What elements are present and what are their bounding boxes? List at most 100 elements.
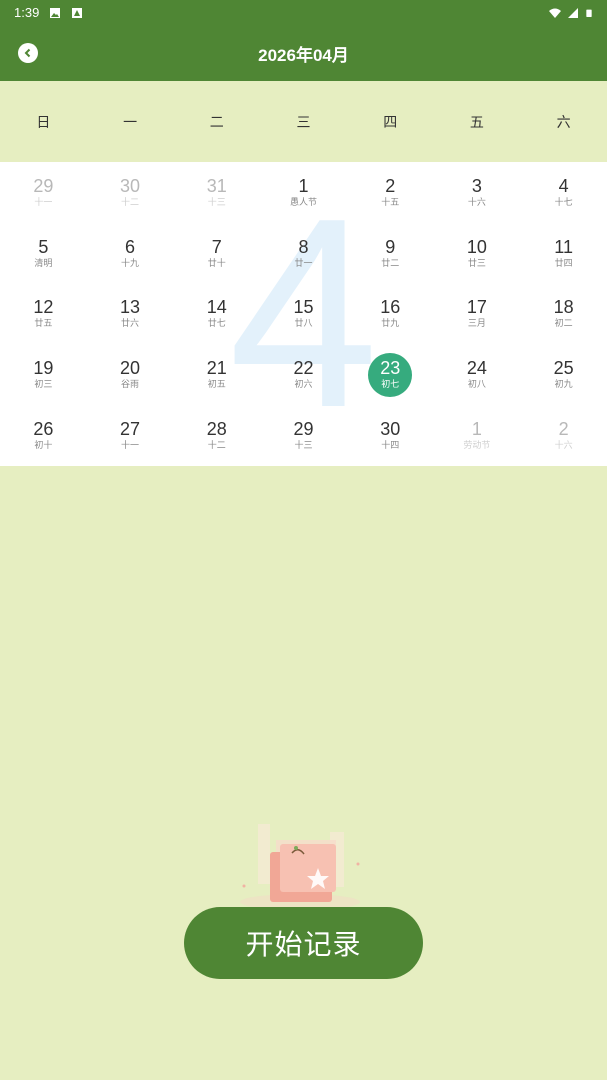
day-number: 21 <box>206 358 227 379</box>
status-bar: 1:39 <box>0 0 607 25</box>
day-lunar-label: 初八 <box>467 380 486 391</box>
day-lunar-label: 十三 <box>207 197 226 208</box>
day-cell[interactable]: 6 十九 <box>87 223 174 284</box>
day-lunar-label: 十七 <box>554 197 573 208</box>
day-cell[interactable]: 18 初二 <box>520 284 607 345</box>
day-lunar-label: 谷雨 <box>121 380 140 391</box>
weekday-label: 日 <box>36 114 51 131</box>
day-number: 5 <box>38 236 49 257</box>
day-cell[interactable]: 1 劳动节 <box>434 405 521 466</box>
day-lunar-label: 初十 <box>34 441 53 452</box>
day-cell[interactable]: 2 十六 <box>520 405 607 466</box>
day-lunar-label: 十二 <box>121 197 140 208</box>
day-lunar-label: 十三 <box>294 441 313 452</box>
day-cell[interactable]: 24 初八 <box>434 344 521 405</box>
back-button[interactable] <box>18 43 38 63</box>
day-lunar-label: 十六 <box>554 441 573 452</box>
day-cell[interactable]: 12 廿五 <box>0 284 87 345</box>
day-number: 17 <box>466 297 487 318</box>
day-lunar-label: 廿八 <box>294 319 313 330</box>
day-cell[interactable]: 20 谷雨 <box>87 344 174 405</box>
weekday-header: 日 一 二 三 四 五 六 <box>0 81 607 162</box>
day-cell[interactable]: 19 初三 <box>0 344 87 405</box>
day-cell[interactable]: 28 十二 <box>173 405 260 466</box>
day-number: 15 <box>293 297 314 318</box>
day-cell[interactable]: 31 十三 <box>173 162 260 223</box>
day-cell[interactable]: 1 愚人节 <box>260 162 347 223</box>
day-lunar-label: 初五 <box>207 380 226 391</box>
day-cell[interactable]: 30 十二 <box>87 162 174 223</box>
image-icon <box>50 7 61 18</box>
app-bar: 2026年04月 <box>0 25 607 81</box>
day-number: 12 <box>33 297 54 318</box>
day-number: 30 <box>120 175 141 196</box>
weekday-label: 二 <box>209 114 224 131</box>
day-cell[interactable]: 11 廿四 <box>520 223 607 284</box>
day-cell[interactable]: 17 三月 <box>434 284 521 345</box>
day-cell[interactable]: 25 初九 <box>520 344 607 405</box>
day-cell[interactable]: 9 廿二 <box>347 223 434 284</box>
day-cell[interactable]: 8 廿一 <box>260 223 347 284</box>
start-record-button[interactable]: 开始记录 <box>184 907 423 979</box>
weekday-label: 六 <box>556 114 571 131</box>
calendar-grid: 4 29 十一 30 十二 31 十三 1 愚人节 2 十五 3 十六 4 十七 5 清明 6 十九 7 廿十 8 廿一 9… <box>0 162 607 466</box>
day-lunar-label: 廿二 <box>381 258 400 269</box>
day-number: 29 <box>293 419 314 440</box>
day-cell[interactable]: 14 廿七 <box>173 284 260 345</box>
battery-icon <box>586 9 592 17</box>
day-cell[interactable]: 2 十五 <box>347 162 434 223</box>
day-lunar-label: 廿一 <box>294 258 313 269</box>
day-cell[interactable]: 22 初六 <box>260 344 347 405</box>
day-lunar-label: 十一 <box>121 441 140 452</box>
day-cell[interactable]: 29 十一 <box>0 162 87 223</box>
day-cell[interactable]: 10 廿三 <box>434 223 521 284</box>
day-lunar-label: 十一 <box>34 197 53 208</box>
day-cell[interactable]: 16 廿九 <box>347 284 434 345</box>
weekday-label: 三 <box>296 114 311 131</box>
day-number: 24 <box>466 358 487 379</box>
day-lunar-label: 廿九 <box>381 319 400 330</box>
day-cell[interactable]: 27 十一 <box>87 405 174 466</box>
day-lunar-label: 初七 <box>381 380 400 391</box>
day-number: 25 <box>553 358 574 379</box>
day-number: 8 <box>298 236 309 257</box>
gift-box-icon <box>240 824 360 910</box>
day-cell[interactable]: 7 廿十 <box>173 223 260 284</box>
day-number: 23 <box>380 358 401 379</box>
signal-icon <box>568 7 578 18</box>
wifi-icon <box>549 8 561 18</box>
day-lunar-label: 清明 <box>34 258 53 269</box>
day-lunar-label: 劳动节 <box>463 441 491 452</box>
day-lunar-label: 廿六 <box>121 319 140 330</box>
day-lunar-label: 初二 <box>554 319 573 330</box>
day-number: 20 <box>120 358 141 379</box>
day-number: 22 <box>293 358 314 379</box>
day-cell[interactable]: 3 十六 <box>434 162 521 223</box>
day-cell[interactable]: 13 廿六 <box>87 284 174 345</box>
day-cell[interactable]: 5 清明 <box>0 223 87 284</box>
day-cell[interactable]: 15 廿八 <box>260 284 347 345</box>
day-lunar-label: 初六 <box>294 380 313 391</box>
page-title: 2026年04月 <box>258 45 349 65</box>
day-cell-selected[interactable]: 23 初七 <box>347 344 434 405</box>
day-lunar-label: 愚人节 <box>289 197 317 208</box>
day-number: 30 <box>380 419 401 440</box>
day-number: 11 <box>554 236 573 257</box>
chevron-left-icon <box>24 48 31 58</box>
day-lunar-label: 廿四 <box>554 258 573 269</box>
day-cell[interactable]: 26 初十 <box>0 405 87 466</box>
day-lunar-label: 十二 <box>207 441 226 452</box>
weekday-label: 一 <box>123 114 138 131</box>
day-lunar-label: 十五 <box>381 197 400 208</box>
day-lunar-label: 初三 <box>34 380 53 391</box>
day-lunar-label: 廿十 <box>207 258 226 269</box>
weekday-label: 五 <box>469 114 484 131</box>
day-number: 29 <box>33 175 54 196</box>
day-number: 3 <box>471 175 482 196</box>
day-cell[interactable]: 30 十四 <box>347 405 434 466</box>
day-cell[interactable]: 4 十七 <box>520 162 607 223</box>
day-cell[interactable]: 29 十三 <box>260 405 347 466</box>
day-number: 9 <box>385 236 396 257</box>
day-cell[interactable]: 21 初五 <box>173 344 260 405</box>
day-number: 18 <box>553 297 574 318</box>
